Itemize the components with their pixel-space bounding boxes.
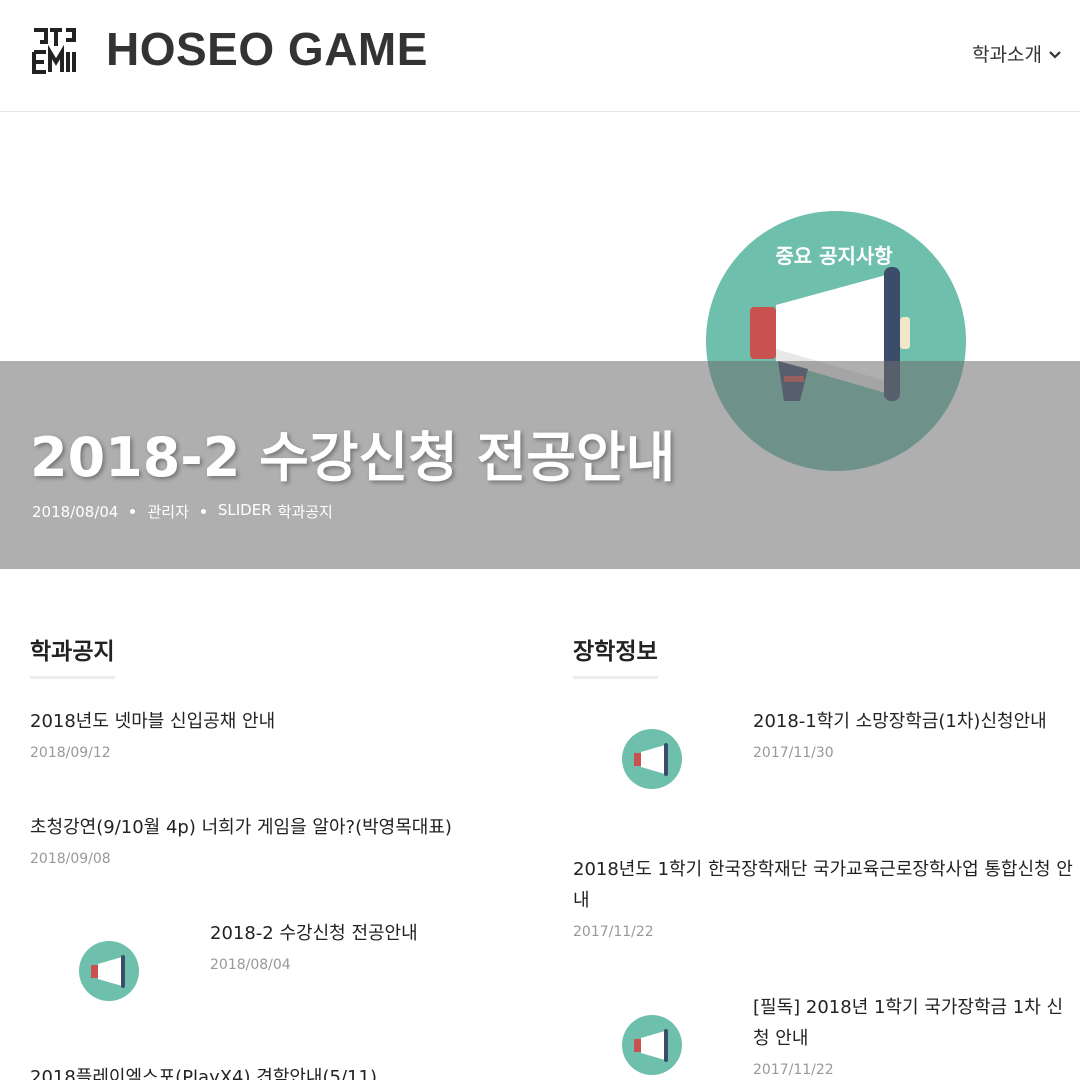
chevron-down-icon	[1049, 50, 1061, 59]
list-item[interactable]: 2018-1학기 소망장학금(1차)신청안내 2017/11/30	[573, 706, 1073, 806]
post-date: 2018/09/08	[30, 851, 111, 867]
post-title[interactable]: 2018년도 넷마블 신입공채 안내	[30, 706, 530, 737]
slide-title[interactable]: 2018-2 수강신청 전공안내	[30, 413, 675, 492]
megaphone-thumbnail[interactable]	[78, 940, 140, 1002]
post-date: 2017/11/22	[753, 1062, 834, 1078]
slide-date: 2018/08/04	[32, 502, 119, 521]
post-date: 2017/11/22	[573, 924, 654, 940]
list-item[interactable]: 초청강연(9/10월 4p) 너희가 게임을 알아?(박영목대표) 2018/0…	[30, 812, 530, 867]
slide-meta: 2018/08/04 관리자 SLIDER 학과공지	[32, 501, 333, 522]
section-heading: 학과공지	[30, 632, 115, 679]
scholarship-section: 장학정보 2018-1학기 소망장학금(1차)신청안내 2017/11/30 2…	[573, 632, 1080, 1078]
list-item[interactable]: 2018-2 수강신청 전공안내 2018/08/04	[30, 918, 530, 1008]
slide-categories: SLIDER 학과공지	[218, 501, 333, 522]
post-date: 2017/11/30	[753, 745, 834, 761]
megaphone-thumbnail[interactable]	[621, 728, 683, 790]
section-heading: 장학정보	[573, 632, 658, 679]
category-link[interactable]: SLIDER	[218, 501, 272, 522]
slide-author[interactable]: 관리자	[147, 501, 188, 522]
nav-menu-label: 학과소개	[972, 44, 1042, 66]
post-title[interactable]: 2018-1학기 소망장학금(1차)신청안내	[753, 706, 1073, 737]
post-title[interactable]: [필독] 2018년 1학기 국가장학금 1차 신청 안내	[753, 992, 1073, 1054]
illustration-label: 중요 공지사항	[775, 244, 893, 268]
post-title[interactable]: 2018-2 수강신청 전공안내	[210, 918, 530, 949]
separator-dot-icon	[130, 509, 136, 514]
post-title[interactable]: 2018년도 1학기 한국장학재단 국가교육근로장학사업 통합신청 안내	[573, 854, 1073, 916]
list-item[interactable]: [필독] 2018년 1학기 국가장학금 1차 신청 안내 2017/11/22	[573, 992, 1073, 1080]
site-title[interactable]: HOSEO GAME	[106, 22, 428, 76]
post-date: 2018/08/04	[210, 957, 291, 973]
logo-icon[interactable]	[32, 26, 76, 74]
list-item[interactable]: 2018년도 1학기 한국장학재단 국가교육근로장학사업 통합신청 안내 201…	[573, 854, 1073, 940]
list-item[interactable]: 2018년도 넷마블 신입공채 안내 2018/09/12	[30, 706, 530, 761]
featured-slider[interactable]: 중요 공지사항 2018-2 수강신청 전공안내 2018/08/04 관리자 …	[0, 113, 1080, 569]
department-notice-section: 학과공지 2018년도 넷마블 신입공채 안내 2018/09/12 초청강연(…	[30, 632, 540, 1080]
category-link[interactable]: 학과공지	[278, 501, 333, 522]
separator-dot-icon	[200, 509, 206, 514]
list-item[interactable]: 2018플레이엑스포(PlayX4) 견학안내(5/11)	[30, 1062, 530, 1080]
slide-caption-overlay: 2018-2 수강신청 전공안내 2018/08/04 관리자 SLIDER 학…	[0, 361, 1080, 569]
site-header: HOSEO GAME 학과소개	[0, 0, 1080, 112]
megaphone-thumbnail[interactable]	[621, 1014, 683, 1076]
post-title[interactable]: 초청강연(9/10월 4p) 너희가 게임을 알아?(박영목대표)	[30, 812, 530, 843]
nav-menu-department[interactable]: 학과소개	[972, 40, 1062, 67]
post-date: 2018/09/12	[30, 745, 111, 761]
post-title[interactable]: 2018플레이엑스포(PlayX4) 견학안내(5/11)	[30, 1062, 530, 1080]
